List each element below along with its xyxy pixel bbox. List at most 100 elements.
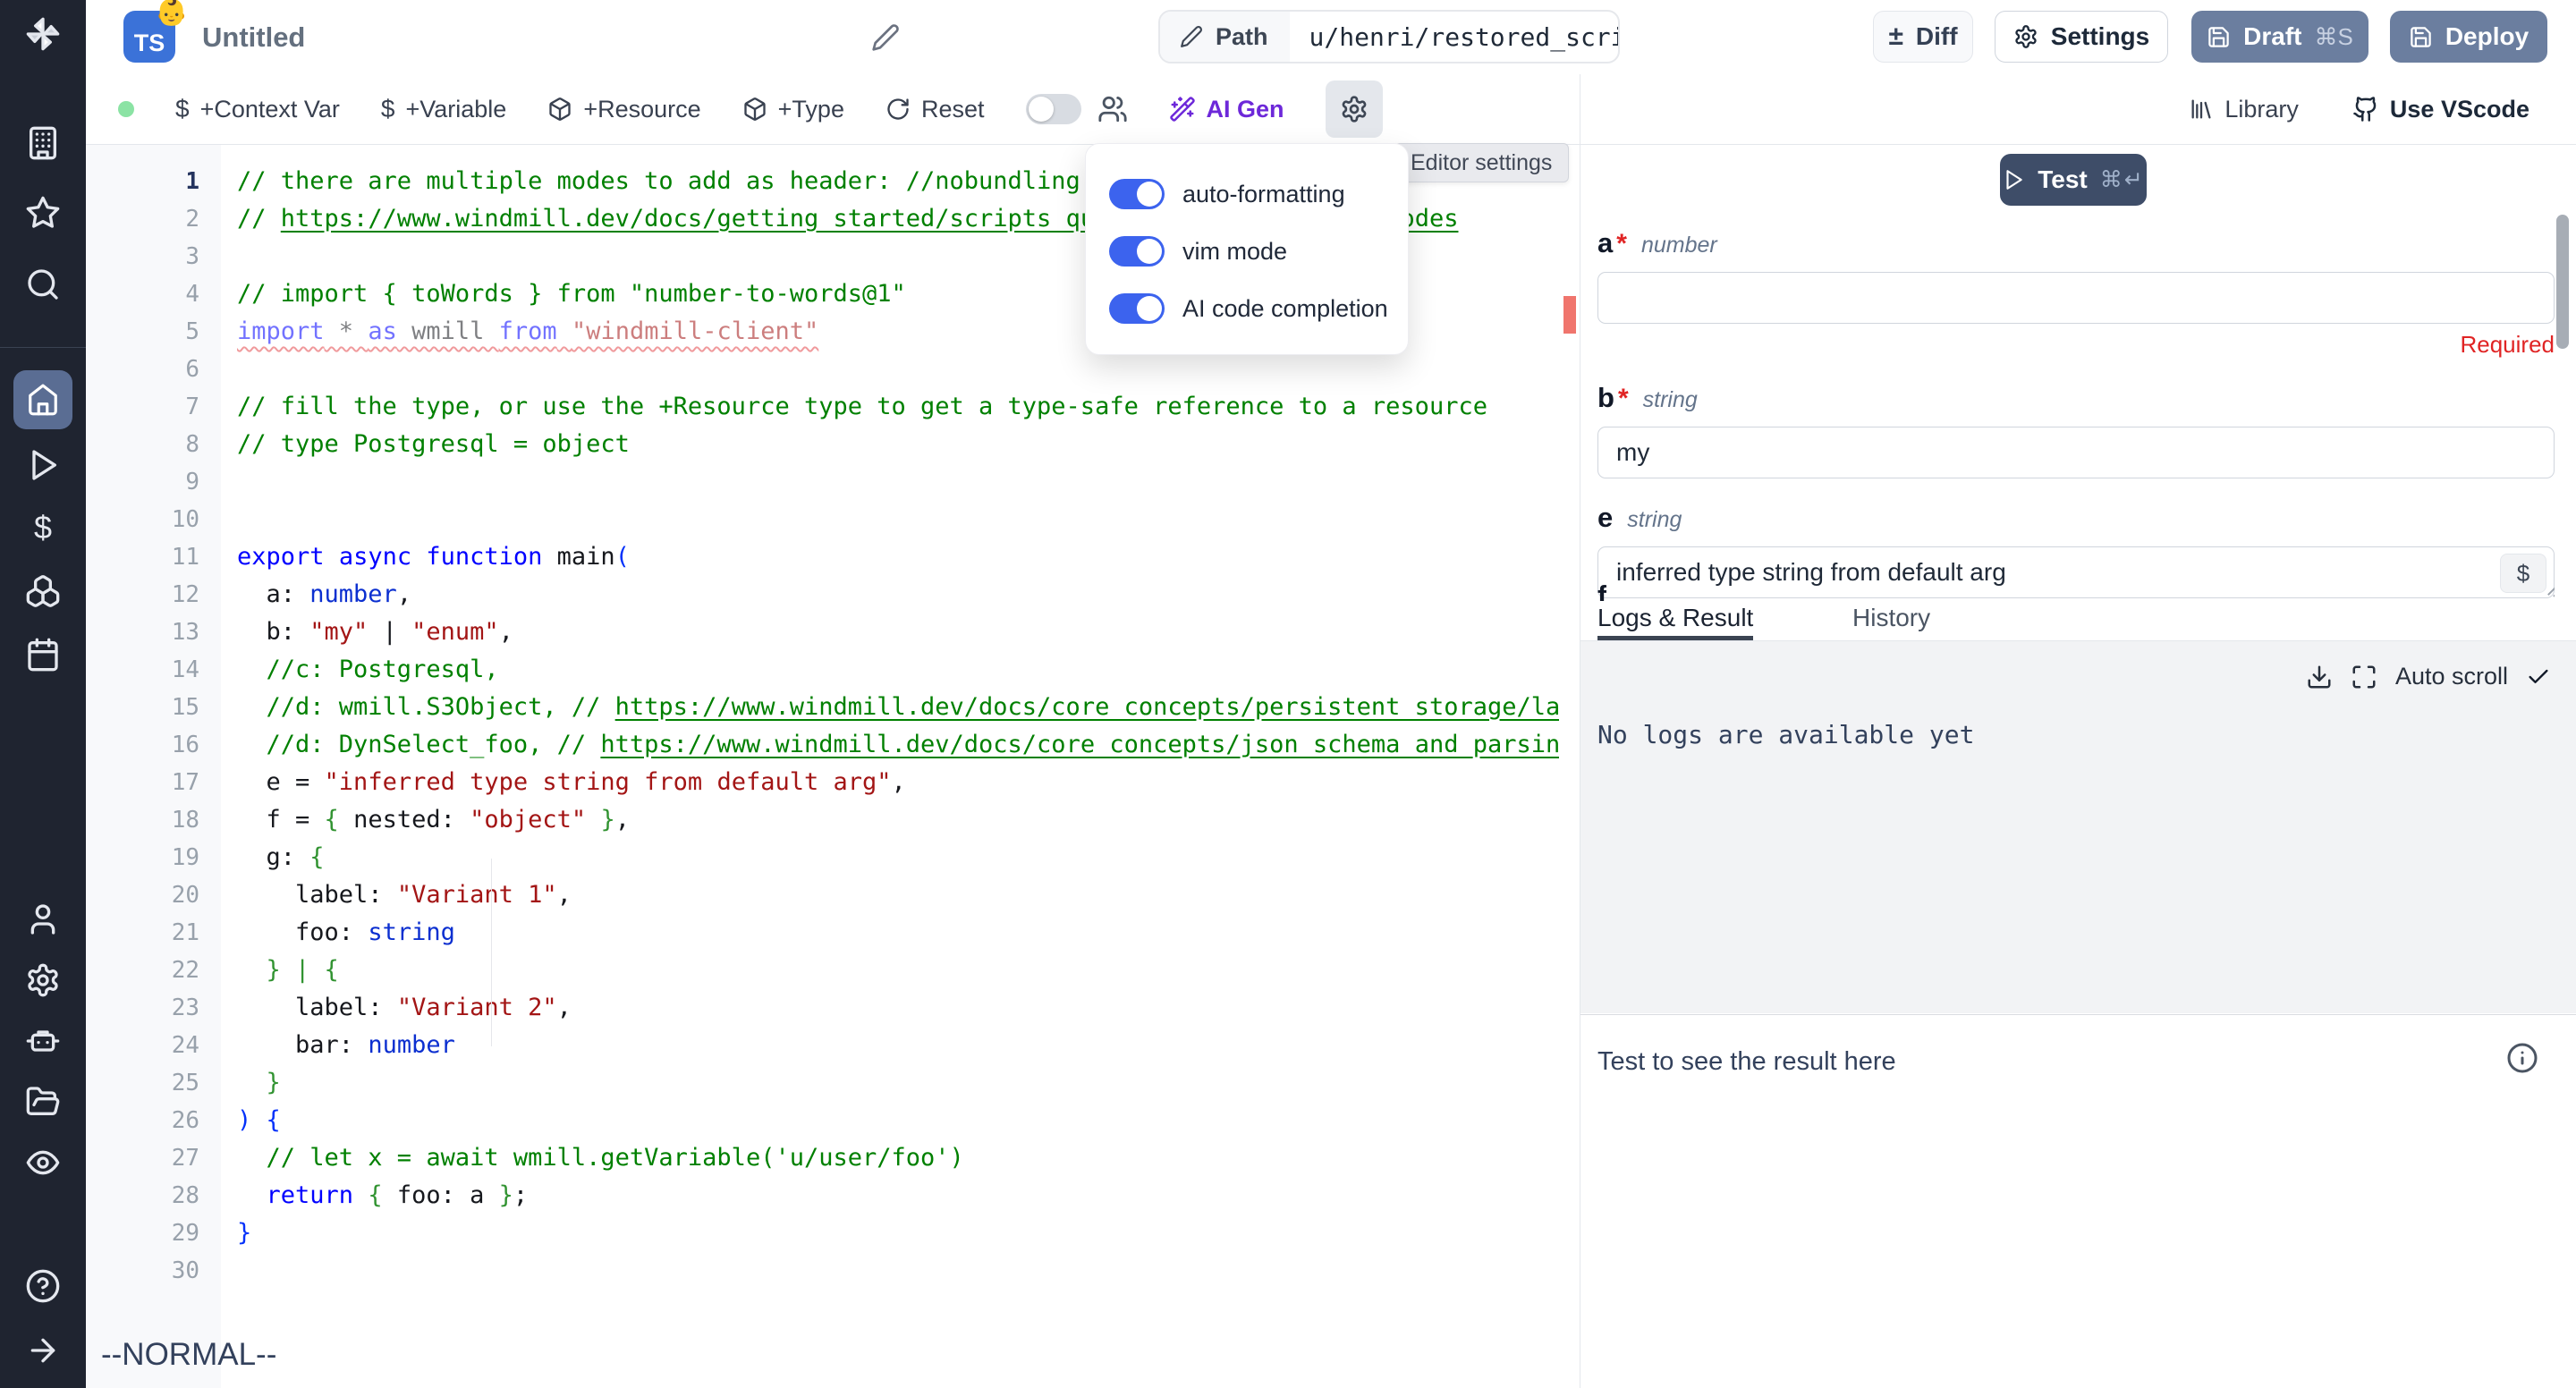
test-shortcut: ⌘↵ [2100,166,2145,193]
no-logs-message: No logs are available yet [1597,720,1974,749]
editor-settings-button[interactable] [1326,80,1383,138]
code-line[interactable]: label: "Variant 2", [237,989,572,1027]
code-line[interactable]: // fill the type, or use the +Resource t… [237,388,1487,426]
code-line[interactable]: // there are multiple modes to add as he… [237,163,1080,200]
toggle[interactable] [1109,236,1165,267]
code-line[interactable]: //c: Postgresql, [237,651,499,689]
add-variable-button[interactable]: $ +Variable [381,95,506,123]
field-input-e[interactable]: inferred type string from default arg$ [1597,546,2555,598]
code-line[interactable]: // type Postgresql = object [237,426,630,463]
code-line[interactable]: //d: wmill.S3Object, // https://www.wind… [237,689,1559,726]
editor-settings-gear-icon [1340,95,1368,123]
sidebar-item-variables-icon[interactable]: $ [25,510,61,546]
code-line[interactable]: export async function main( [237,538,630,576]
code-line[interactable]: label: "Variant 1", [237,876,572,914]
code-line[interactable]: // import { toWords } from "number-to-wo… [237,275,906,313]
code-line[interactable]: foo: string [237,914,455,952]
windmill-logo-icon[interactable] [25,16,61,52]
sidebar-item-audit-eye-icon[interactable] [25,1145,61,1181]
info-icon[interactable] [2506,1042,2538,1074]
menu-item-vim-mode[interactable]: vim mode [1109,223,1408,280]
line-number: 24 [101,1027,199,1064]
add-type-label: +Type [778,96,844,123]
workspace-icon[interactable] [25,125,61,161]
line-number: 5 [101,313,199,351]
code-line[interactable]: // let x = await wmill.getVariable('u/us… [237,1139,964,1177]
add-resource-button[interactable]: +Resource [547,96,700,123]
code-line[interactable]: b: "my" | "enum", [237,614,513,651]
collab-toggle[interactable] [1026,94,1081,124]
toggle[interactable] [1109,179,1165,209]
use-vscode-button[interactable]: Use VScode [2352,96,2529,123]
test-label: Test [2038,165,2088,194]
diff-button[interactable]: ± Diff [1873,11,1973,63]
field-input-b[interactable]: my [1597,427,2555,478]
line-number: 11 [101,538,199,576]
package-icon [547,97,572,122]
deploy-button[interactable]: Deploy [2390,11,2547,63]
error-overview-marker [1563,296,1576,334]
ai-gen-button[interactable]: AI Gen [1169,96,1284,123]
code-line[interactable]: } [237,1064,281,1102]
sidebar-item-user-icon[interactable] [25,901,61,937]
library-button[interactable]: Library [2189,96,2299,123]
draft-button[interactable]: Draft ⌘S [2191,11,2368,63]
sidebar-item-home[interactable] [13,370,72,429]
refresh-icon [886,97,911,122]
edit-title-pencil-icon[interactable] [871,23,900,52]
sidebar-item-runs-icon[interactable] [25,447,61,483]
download-logs-icon[interactable] [2306,664,2333,690]
sidebar-item-schedules-icon[interactable] [25,637,61,673]
path-label-zone: Path [1160,12,1290,62]
search-icon[interactable] [25,267,61,302]
ai-gen-label: AI Gen [1207,96,1284,123]
path-editor[interactable]: Path u/henri/restored_script [1158,10,1620,63]
auto-scroll-checkbox[interactable] [2526,664,2551,690]
line-number: 2 [101,200,199,238]
code-line[interactable]: import * as wmill from "windmill-client" [237,313,818,351]
add-context-var-button[interactable]: $ +Context Var [175,95,340,123]
sidebar-item-settings-icon[interactable] [25,962,61,998]
indent-guide [491,859,492,1046]
tab-logs---result[interactable]: Logs & Result [1597,601,1753,640]
code-line[interactable]: a: number, [237,576,411,614]
code-line[interactable]: bar: number [237,1027,455,1064]
line-number: 17 [101,764,199,801]
expand-logs-icon[interactable] [2351,664,2377,690]
code-line[interactable]: g: { [237,839,325,876]
code-line[interactable]: //d: DynSelect_foo, // https://www.windm… [237,726,1559,764]
insert-variable-button[interactable]: $ [2500,554,2546,593]
menu-item-auto-formatting[interactable]: auto-formatting [1109,165,1408,223]
test-button[interactable]: Test ⌘↵ [2000,154,2147,206]
line-number: 25 [101,1064,199,1102]
line-number: 28 [101,1177,199,1214]
next-field-label-clipped: f [1597,580,1606,601]
line-number: 1 [101,163,199,200]
toggle[interactable] [1109,293,1165,324]
reset-button[interactable]: Reset [886,96,985,123]
form-scrollbar[interactable] [2556,215,2569,349]
menu-item-AI-code-completion[interactable]: AI code completion [1109,280,1408,337]
sidebar-item-resources-icon[interactable] [25,573,61,609]
code-line[interactable]: } | { [237,952,339,989]
line-number: 22 [101,952,199,989]
help-icon[interactable] [25,1268,61,1304]
code-line[interactable]: return { foo: a }; [237,1177,528,1214]
settings-button[interactable]: Settings [1995,11,2168,63]
package-icon [742,97,767,122]
field-label-b: b*string [1597,382,2555,414]
path-label: Path [1216,23,1268,51]
field-input-a[interactable] [1597,272,2555,324]
sidebar-item-folders-icon[interactable] [25,1084,61,1120]
code-line[interactable]: f = { nested: "object" }, [237,801,630,839]
tab-history[interactable]: History [1852,601,1930,640]
sidebar-item-workers-robot-icon[interactable] [25,1023,61,1059]
add-type-button[interactable]: +Type [742,96,844,123]
favorites-star-icon[interactable] [25,195,61,231]
collapse-arrow-icon[interactable] [25,1333,61,1368]
resize-handle[interactable] [2546,579,2555,598]
deploy-label: Deploy [2445,22,2529,51]
code-line[interactable]: ) { [237,1102,281,1139]
code-line[interactable]: e = "inferred type string from default a… [237,764,906,801]
code-line[interactable]: } [237,1214,251,1252]
